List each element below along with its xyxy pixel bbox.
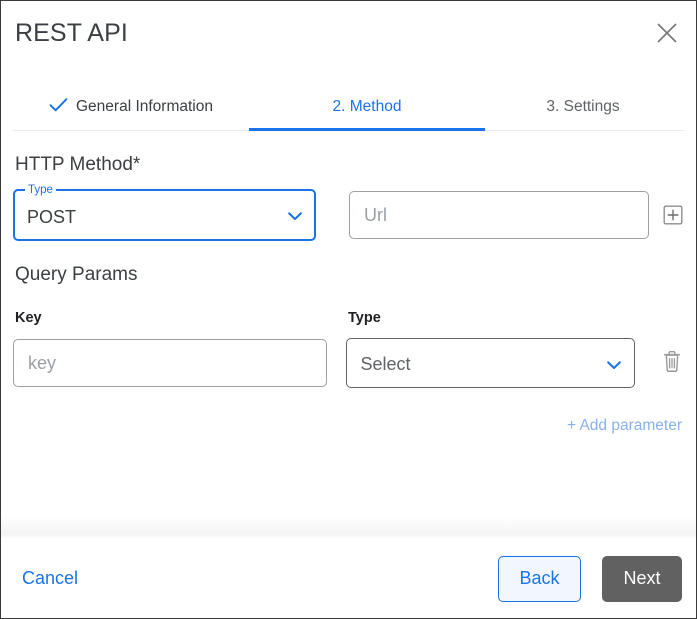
chevron-down-icon bbox=[607, 357, 621, 375]
dialog-body: HTTP Method* Type POST bbox=[1, 131, 696, 539]
check-icon bbox=[49, 97, 68, 118]
close-button[interactable] bbox=[652, 18, 682, 48]
page-title: REST API bbox=[15, 18, 128, 48]
dialog-footer: Cancel Back Next bbox=[1, 539, 696, 618]
param-type-select[interactable]: Select bbox=[346, 338, 636, 388]
param-key-input[interactable] bbox=[13, 339, 327, 387]
url-input[interactable] bbox=[349, 191, 649, 239]
plus-box-icon bbox=[663, 205, 683, 225]
param-type-value: Select bbox=[361, 352, 411, 376]
close-icon bbox=[656, 22, 678, 44]
rest-api-dialog: REST API General Information 2. Method 3… bbox=[0, 0, 697, 619]
trash-icon bbox=[662, 350, 682, 376]
column-header-type: Type bbox=[346, 310, 381, 326]
method-type-select[interactable]: Type POST bbox=[13, 189, 316, 241]
query-params-heading: Query Params bbox=[15, 263, 684, 287]
http-method-row: Type POST bbox=[13, 189, 684, 241]
url-field-group bbox=[349, 191, 684, 239]
dialog-header: REST API bbox=[1, 1, 696, 69]
tab-general-information[interactable]: General Information bbox=[13, 83, 249, 131]
next-button[interactable]: Next bbox=[602, 556, 682, 602]
tab-settings[interactable]: 3. Settings bbox=[485, 83, 681, 131]
tab-label: General Information bbox=[76, 98, 213, 116]
method-type-value: POST bbox=[27, 205, 76, 229]
http-method-heading: HTTP Method* bbox=[15, 153, 684, 177]
cancel-button[interactable]: Cancel bbox=[22, 568, 78, 589]
query-param-row: Select bbox=[13, 338, 684, 388]
active-tab-indicator bbox=[249, 128, 485, 131]
add-parameter-row: + Add parameter bbox=[13, 417, 684, 435]
delete-param-button[interactable] bbox=[660, 350, 684, 376]
add-parameter-link[interactable]: + Add parameter bbox=[567, 417, 682, 435]
method-type-label: Type bbox=[25, 183, 56, 197]
column-header-key: Key bbox=[13, 310, 42, 326]
chevron-down-icon bbox=[288, 208, 302, 226]
tab-method[interactable]: 2. Method bbox=[249, 83, 485, 131]
tab-label: 3. Settings bbox=[546, 98, 619, 116]
scroll-shadow bbox=[1, 517, 696, 539]
add-url-button[interactable] bbox=[662, 204, 684, 226]
wizard-tabs: General Information 2. Method 3. Setting… bbox=[1, 69, 696, 131]
tab-label: 2. Method bbox=[333, 98, 402, 116]
back-button[interactable]: Back bbox=[498, 556, 581, 602]
query-params-column-headers: Key Type bbox=[13, 309, 684, 327]
